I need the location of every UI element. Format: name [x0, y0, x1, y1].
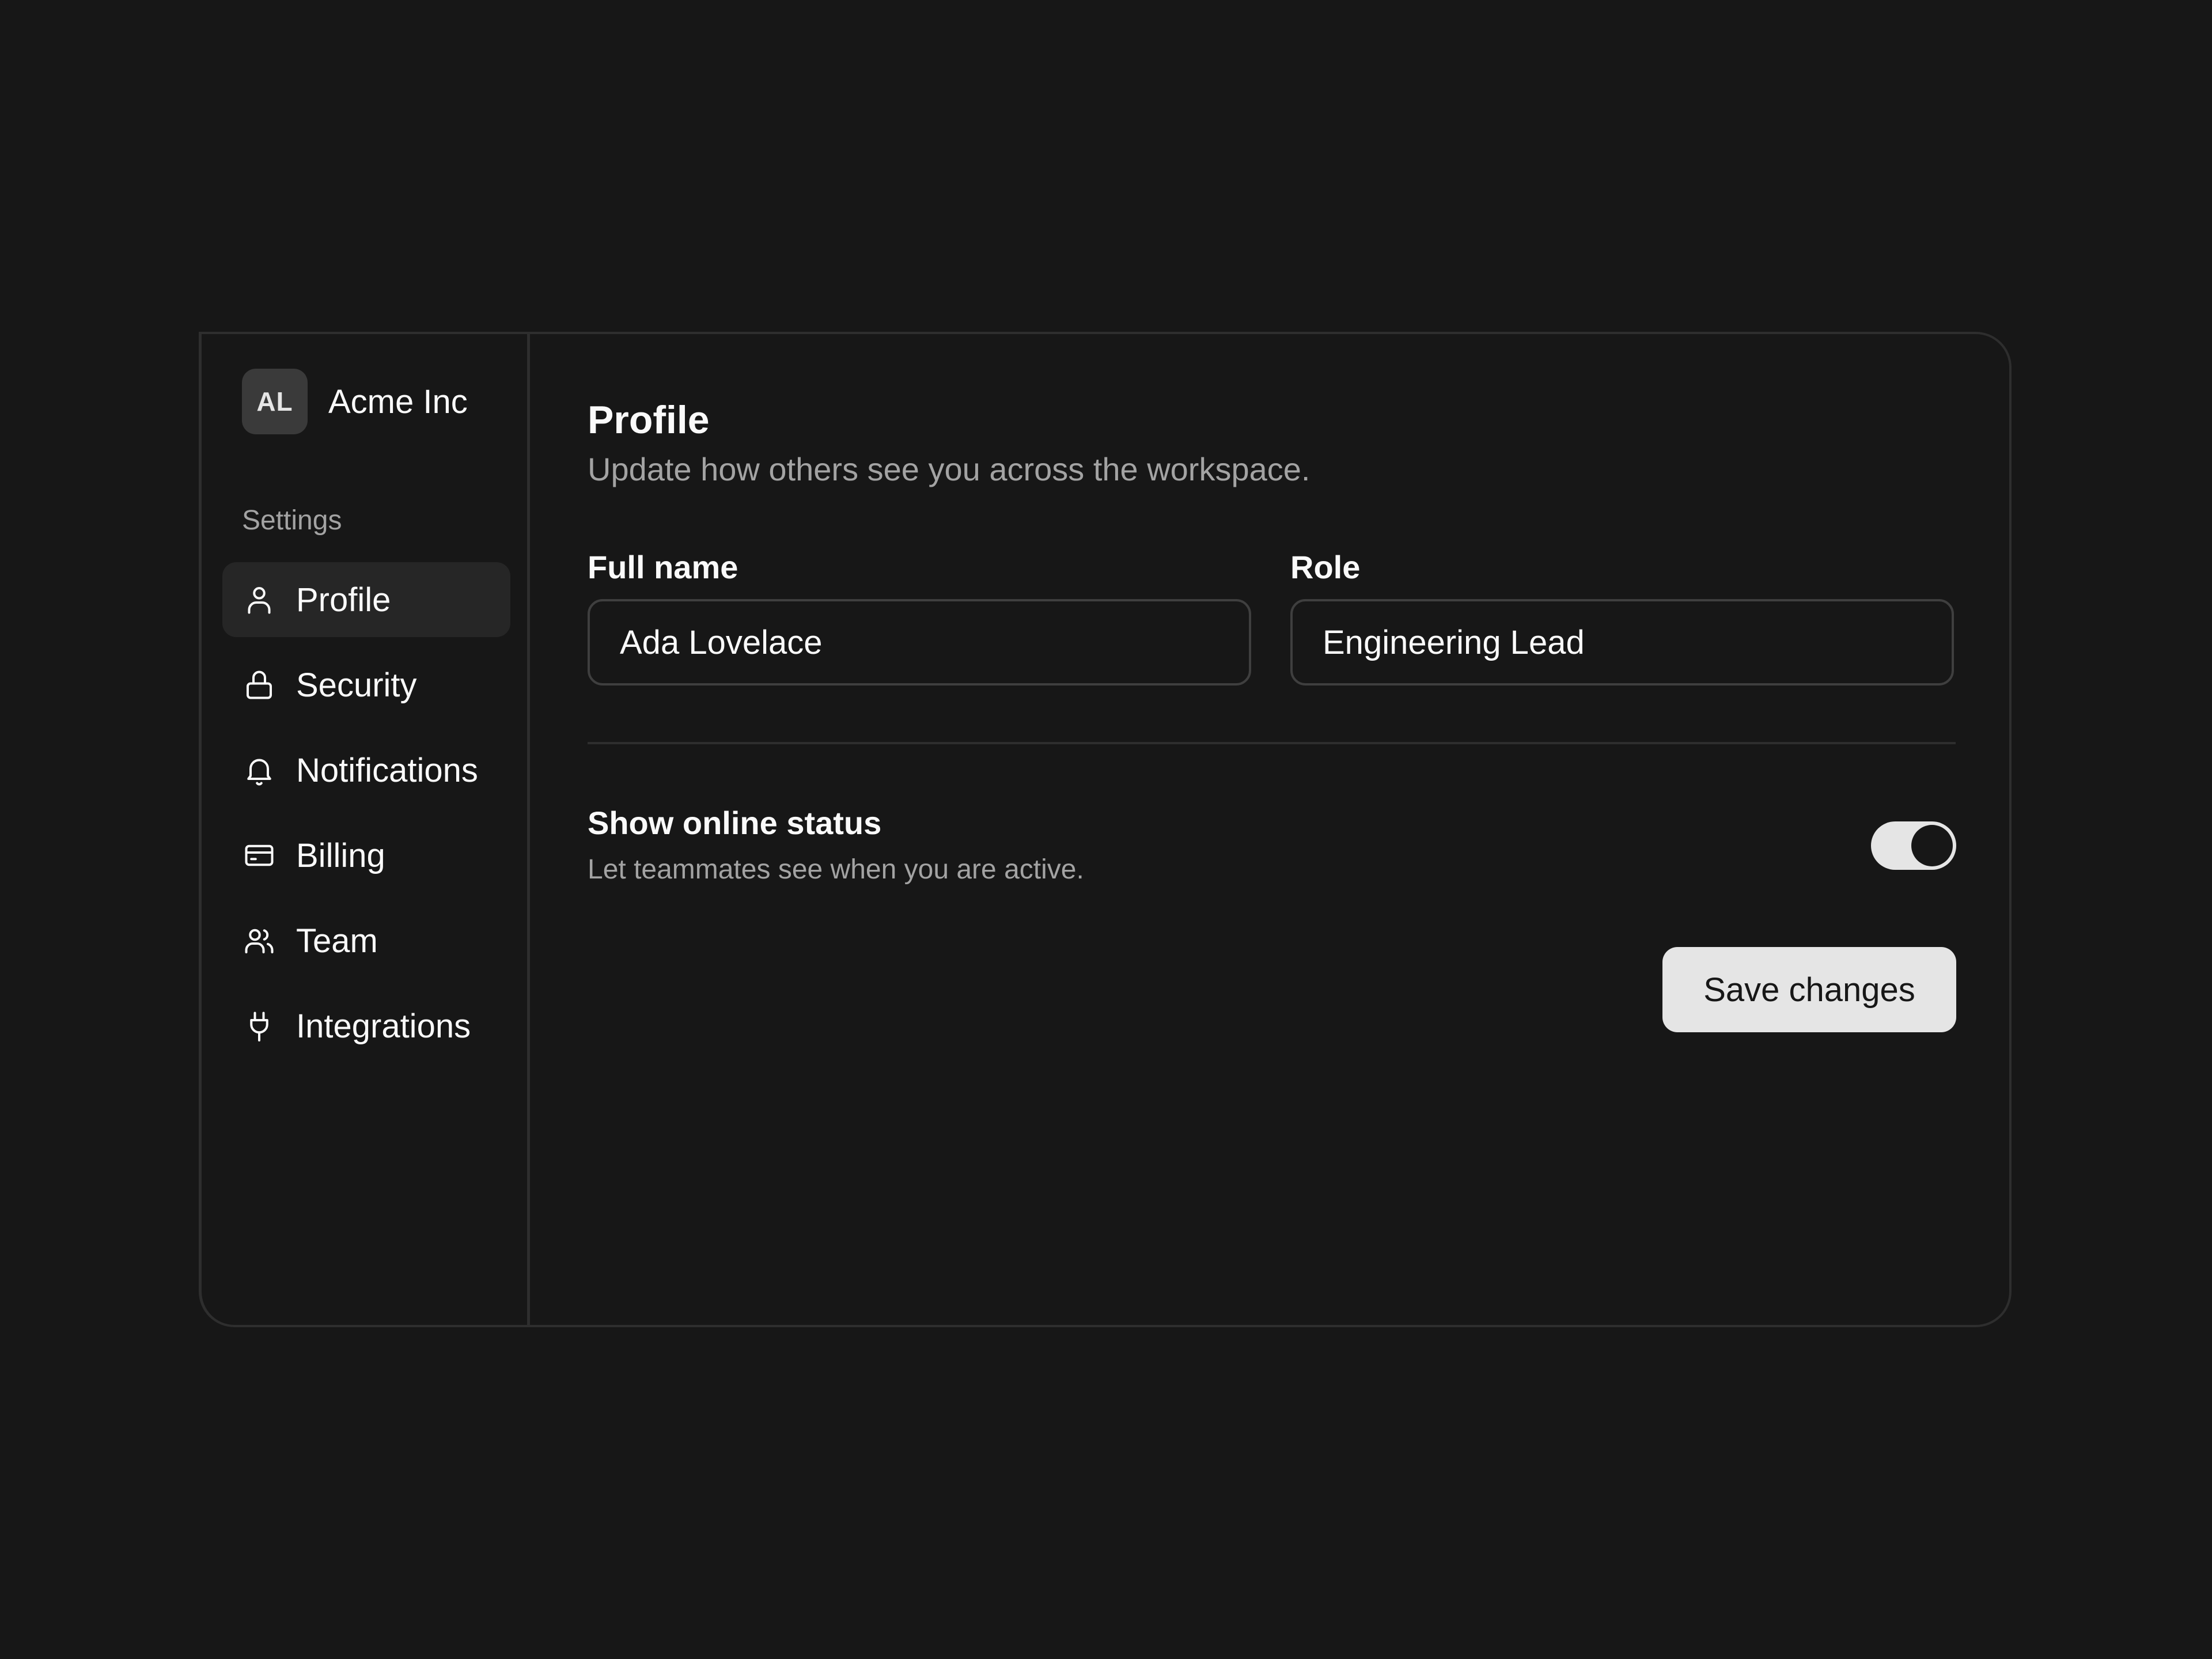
online-status-title: Show online status [588, 805, 882, 841]
sidebar-item-billing[interactable]: Billing [222, 818, 510, 893]
workspace-name: Acme Inc [328, 382, 468, 421]
sidebar-item-team[interactable]: Team [222, 903, 510, 978]
full-name-label: Full name [588, 549, 738, 585]
sidebar-item-integrations[interactable]: Integrations [222, 988, 510, 1063]
online-status-description: Let teammates see when you are active. [588, 854, 1084, 885]
page-title: Profile [588, 398, 710, 442]
sidebar-section-label: Settings [242, 505, 342, 536]
full-name-input[interactable] [588, 599, 1251, 685]
credit-card-icon [245, 844, 274, 866]
sidebar-item-label: Profile [296, 581, 391, 619]
plug-icon [250, 1012, 268, 1041]
page-subtitle: Update how others see you across the wor… [588, 451, 1310, 487]
sidebar-item-label: Team [296, 922, 378, 960]
workspace-switcher[interactable]: AL Acme Inc [242, 369, 468, 434]
sidebar-item-security[interactable]: Security [222, 647, 510, 722]
role-input[interactable] [1290, 599, 1954, 685]
settings-card: AL Acme Inc Settings Profile Security No… [199, 332, 2012, 1327]
main-content: Profile Update how others see you across… [530, 334, 2009, 1325]
sidebar-item-label: Integrations [296, 1007, 471, 1045]
sidebar: AL Acme Inc Settings Profile Security No… [202, 334, 530, 1325]
sidebar-item-notifications[interactable]: Notifications [222, 733, 510, 808]
sidebar-item-label: Notifications [296, 751, 478, 789]
user-icon [248, 587, 271, 614]
sidebar-item-profile[interactable]: Profile [222, 562, 510, 637]
lock-icon [247, 671, 272, 699]
avatar: AL [242, 369, 308, 434]
toggle-knob [1911, 825, 1953, 866]
save-button[interactable]: Save changes [1662, 947, 1956, 1032]
users-icon [245, 929, 274, 953]
sidebar-item-label: Billing [296, 836, 385, 874]
bell-icon [247, 759, 271, 786]
online-status-toggle[interactable] [1871, 821, 1956, 870]
sidebar-nav: Profile Security Notifications Billing T… [222, 562, 510, 1074]
sidebar-item-label: Security [296, 666, 417, 704]
divider [588, 742, 1956, 744]
role-label: Role [1290, 549, 1361, 585]
